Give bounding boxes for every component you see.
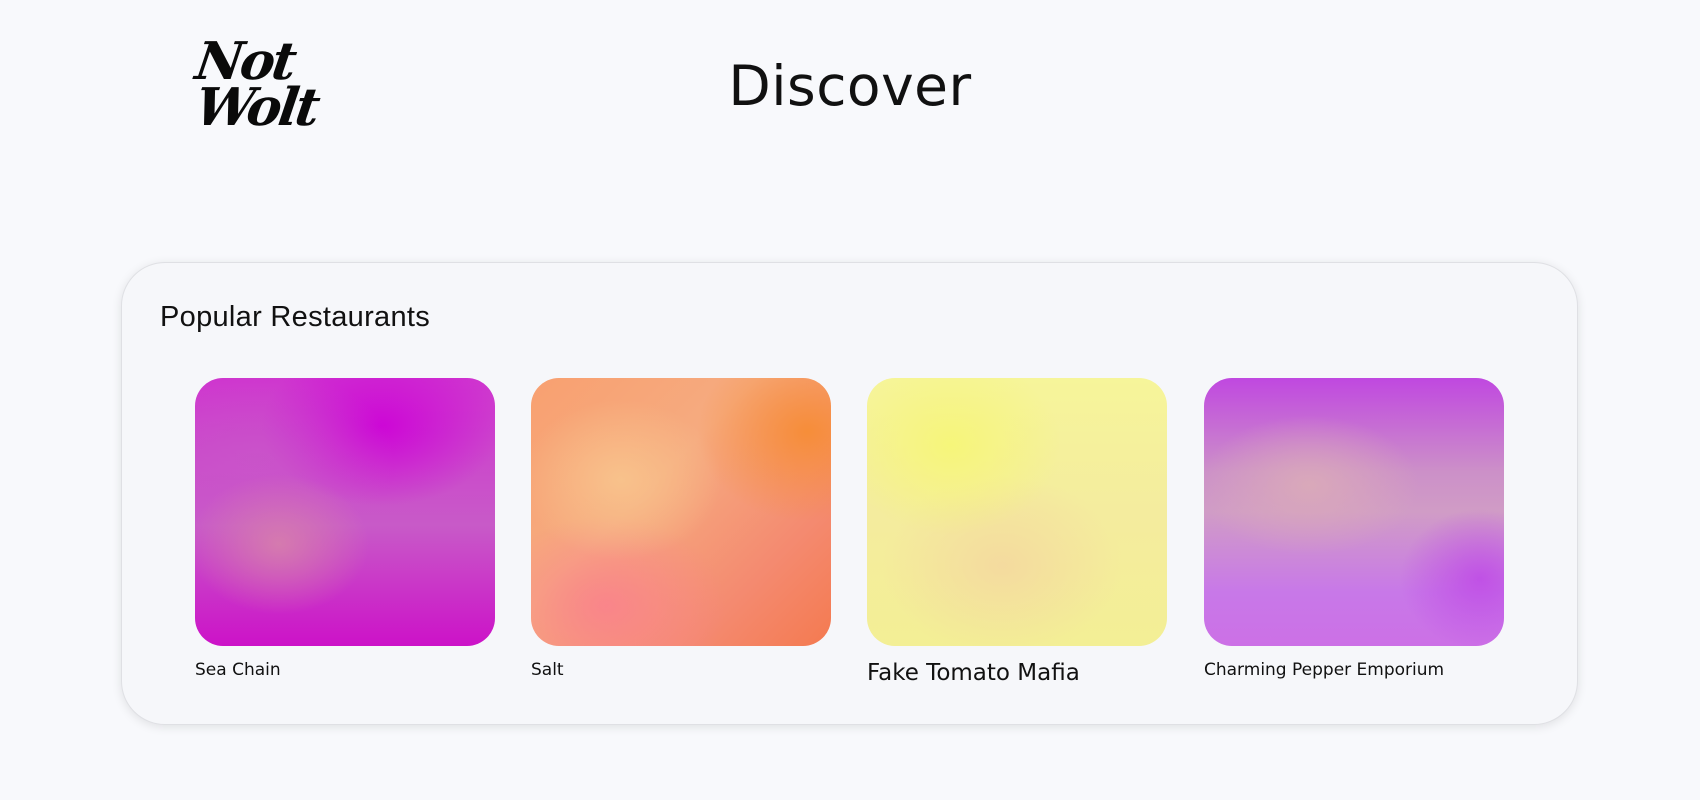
page-title: Discover [728,54,972,118]
restaurant-image[interactable] [867,378,1167,646]
restaurant-name[interactable]: Sea Chain [195,660,495,680]
restaurant-name[interactable]: Fake Tomato Mafia [867,660,1167,686]
restaurant-image[interactable] [531,378,831,646]
restaurant-card-fake-tomato-mafia[interactable]: Fake Tomato Mafia [867,378,1167,686]
restaurant-name[interactable]: Charming Pepper Emporium [1204,660,1504,680]
section-title: Popular Restaurants [160,301,431,333]
discover-page: Not Wolt Discover Popular Restaurants Se… [0,0,1700,800]
restaurant-image[interactable] [195,378,495,646]
restaurant-card-salt[interactable]: Salt [531,378,831,680]
restaurant-card-charming-pepper-emporium[interactable]: Charming Pepper Emporium [1204,378,1504,680]
restaurant-name[interactable]: Salt [531,660,831,680]
popular-restaurants-section: Popular Restaurants Sea Chain Salt Fake … [121,262,1578,725]
restaurant-image[interactable] [1204,378,1504,646]
restaurant-card-sea-chain[interactable]: Sea Chain [195,378,495,680]
